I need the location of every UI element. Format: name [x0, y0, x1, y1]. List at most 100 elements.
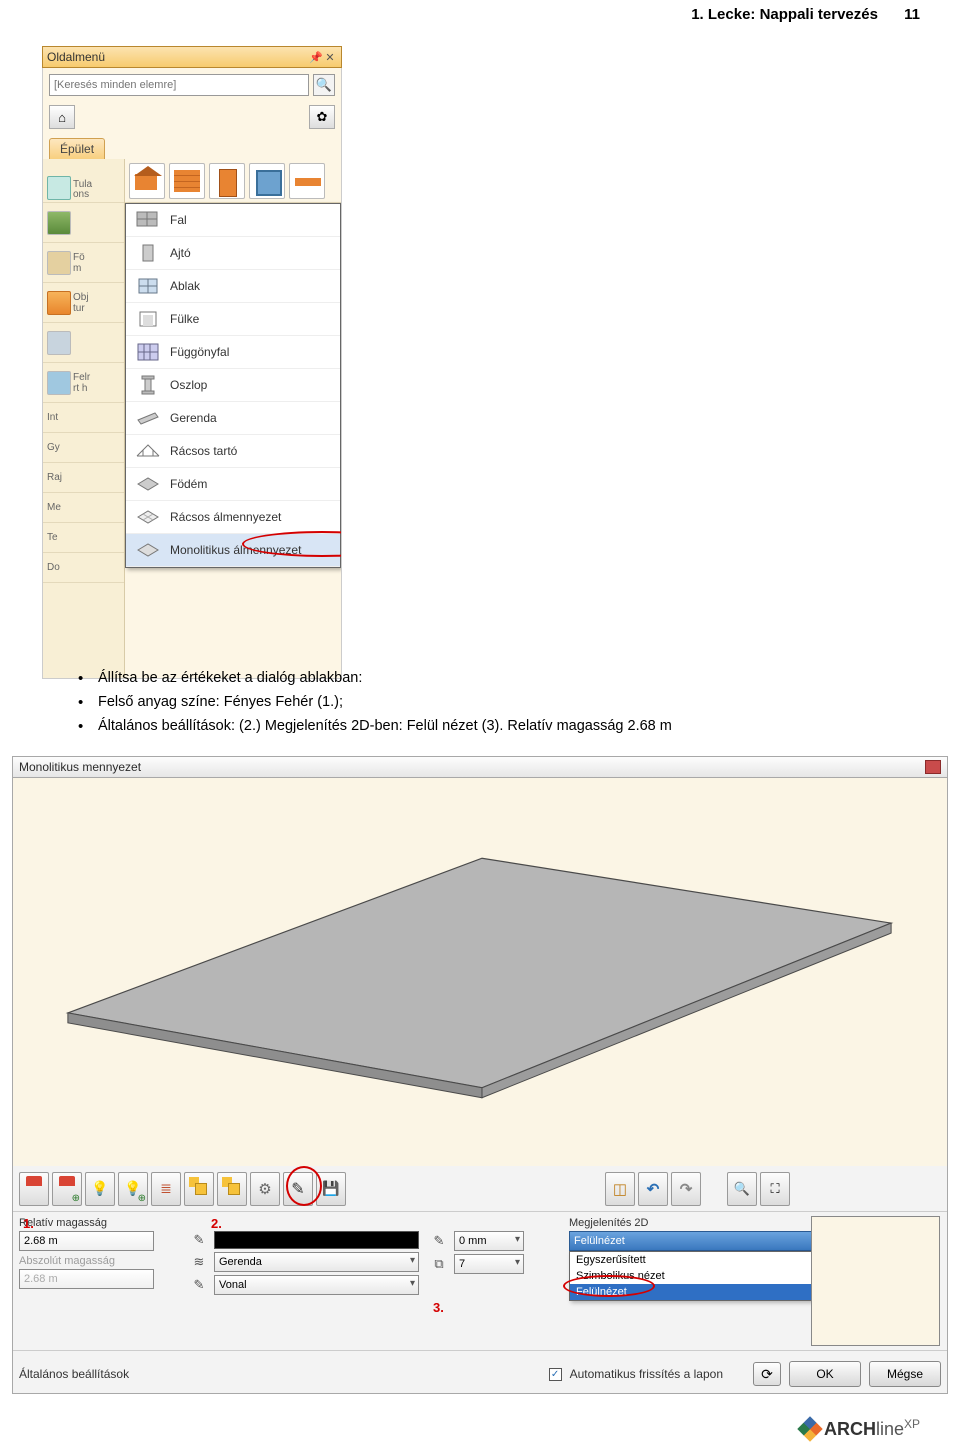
dialog-toolbar [13, 1166, 947, 1212]
annotation-1: 1. [23, 1216, 34, 1231]
menu-item-column[interactable]: Oszlop [126, 369, 340, 402]
wall-menu-icon [134, 209, 162, 231]
toolbar-group1-button[interactable] [184, 1172, 214, 1206]
menu-item-truss[interactable]: Rácsos tartó [126, 435, 340, 468]
toolbar-redo-button[interactable] [671, 1172, 701, 1206]
instruction-line: Állítsa be az értékeket a dialóg ablakba… [78, 668, 878, 690]
tab-building[interactable]: Épület [49, 138, 105, 159]
toolbar-group2-button[interactable] [217, 1172, 247, 1206]
side-panel-screenshot: Oldalmenü 📌 ✕ 🔍 ⌂ ✿ Épület Tulaons Föm O… [42, 46, 342, 646]
pen-color-swatch[interactable] [214, 1231, 419, 1249]
toolbar-save-button[interactable] [316, 1172, 346, 1206]
slab-menu-icon [134, 473, 162, 495]
ceiling-3d-preview [13, 778, 947, 1166]
leftcol-cell[interactable]: Te [43, 523, 124, 553]
dialog-footer: Általános beállítások ✓ Automatikus fris… [13, 1350, 947, 1393]
leftcol-cell[interactable]: Raj [43, 463, 124, 493]
menu-item-grid-ceiling[interactable]: Rácsos álmennyezet [126, 501, 340, 534]
dd-option-topview[interactable]: Felülnézet [570, 1284, 832, 1300]
column-menu-icon [134, 374, 162, 396]
cancel-button[interactable]: Mégse [869, 1361, 941, 1387]
leftcol-icon [47, 211, 71, 235]
monolithic-ceiling-menu-icon [134, 539, 162, 561]
pin-icon[interactable]: 📌 [309, 51, 323, 64]
leftcol-icon [47, 331, 71, 355]
lineweight-dropdown[interactable]: 0 mm [454, 1231, 524, 1251]
leftcol-cell[interactable]: Föm [43, 243, 124, 283]
toolbar-edit-button[interactable] [283, 1172, 313, 1206]
search-icon[interactable]: 🔍 [313, 74, 335, 96]
window-icon[interactable] [249, 163, 285, 199]
grid-ceiling-menu-icon [134, 506, 162, 528]
close-icon[interactable]: ✕ [323, 51, 337, 64]
properties-icon [47, 176, 71, 200]
priority-dropdown[interactable]: 7 [454, 1254, 524, 1274]
linetype-dropdown[interactable]: Vonal [214, 1275, 419, 1295]
dialog-close-icon[interactable] [925, 760, 941, 774]
leftcol-cell[interactable]: Int [43, 403, 124, 433]
menu-item-monolithic-ceiling[interactable]: Monolitikus álmennyezet [126, 534, 340, 567]
toolbar-layers-button[interactable] [151, 1172, 181, 1206]
relative-height-label: Relatív magasság [19, 1217, 179, 1229]
wall-icon[interactable] [169, 163, 205, 199]
sidepanel-title: Oldalmenü [47, 50, 105, 64]
page-header: 1. Lecke: Nappali tervezés 11 [0, 6, 920, 23]
footer-logo: ARCHlineXP [801, 1417, 920, 1440]
toolbar-material-add-button[interactable] [52, 1172, 82, 1206]
ok-button[interactable]: OK [789, 1361, 861, 1387]
toolbar-zoomfit-button[interactable] [760, 1172, 790, 1206]
pen-color-icon: ✎ [189, 1231, 209, 1249]
slab-icon[interactable] [289, 163, 325, 199]
menu-item-door[interactable]: Ajtó [126, 237, 340, 270]
toolbar-light-button[interactable] [85, 1172, 115, 1206]
leftcol-icon [47, 371, 71, 395]
lesson-title: 1. Lecke: Nappali tervezés [691, 6, 878, 23]
toolbar-light-add-button[interactable] [118, 1172, 148, 1206]
dialog-right-preview [811, 1216, 940, 1346]
toolbar-3d-button[interactable] [605, 1172, 635, 1206]
leftcol-cell-properties[interactable]: Tulaons [43, 159, 124, 203]
auto-refresh-label: Automatikus frissítés a lapon [570, 1367, 723, 1381]
door-icon[interactable] [209, 163, 245, 199]
leftcol-cell[interactable] [43, 203, 124, 243]
relative-height-input[interactable] [19, 1231, 154, 1251]
leftcol-cell[interactable]: Felrrt h [43, 363, 124, 403]
menu-item-wall[interactable]: Fal [126, 204, 340, 237]
building-element-menu: Fal Ajtó Ablak Fülke Függönyfal Oszlop G… [125, 203, 341, 568]
annotation-3: 3. [433, 1300, 444, 1315]
menu-item-slab[interactable]: Födém [126, 468, 340, 501]
display2d-dropdown[interactable]: Felülnézet [569, 1231, 839, 1251]
leftcol-cell[interactable] [43, 323, 124, 363]
leftcol-cell[interactable]: Me [43, 493, 124, 523]
layer-dropdown[interactable]: Gerenda [214, 1252, 419, 1272]
leftcol-cell[interactable]: Gy [43, 433, 124, 463]
house-icon[interactable] [129, 163, 165, 199]
general-settings-label: Általános beállítások [19, 1367, 129, 1381]
refresh-button[interactable]: ⟳ [753, 1362, 781, 1386]
menu-item-niche[interactable]: Fülke [126, 303, 340, 336]
sidepanel-tab-row: Épület [42, 135, 342, 159]
toolbar-undo-button[interactable] [638, 1172, 668, 1206]
niche-menu-icon [134, 308, 162, 330]
search-input[interactable] [49, 74, 309, 96]
leftcol-cell[interactable]: Do [43, 553, 124, 583]
dd-option-symbolic[interactable]: Szimbolikus nézet [570, 1268, 832, 1284]
toolbar-settings-button[interactable] [250, 1172, 280, 1206]
sidepanel-body: Tulaons Föm Objtur Felrrt h Int Gy Raj M… [42, 159, 342, 679]
toolbar-material-red-button[interactable] [19, 1172, 49, 1206]
menu-item-beam[interactable]: Gerenda [126, 402, 340, 435]
curtainwall-menu-icon [134, 341, 162, 363]
menu-item-curtainwall[interactable]: Függönyfal [126, 336, 340, 369]
gear-icon[interactable]: ✿ [309, 105, 335, 129]
dialog-properties-row: Relatív magasság Abszolút magasság ✎ ≋ G… [13, 1212, 947, 1300]
auto-refresh-checkbox[interactable]: ✓ [549, 1368, 562, 1381]
leftcol-cell[interactable]: Objtur [43, 283, 124, 323]
toolbar-zoom-button[interactable] [727, 1172, 757, 1206]
home-icon[interactable]: ⌂ [49, 105, 75, 129]
menu-item-window[interactable]: Ablak [126, 270, 340, 303]
dd-option-simplified[interactable]: Egyszerűsített [570, 1252, 832, 1268]
display2d-label: Megjelenítés 2D [569, 1217, 839, 1229]
instruction-line: Felső anyag színe: Fényes Fehér (1.); [78, 692, 878, 714]
absolute-height-input[interactable] [19, 1269, 154, 1289]
window-menu-icon [134, 275, 162, 297]
